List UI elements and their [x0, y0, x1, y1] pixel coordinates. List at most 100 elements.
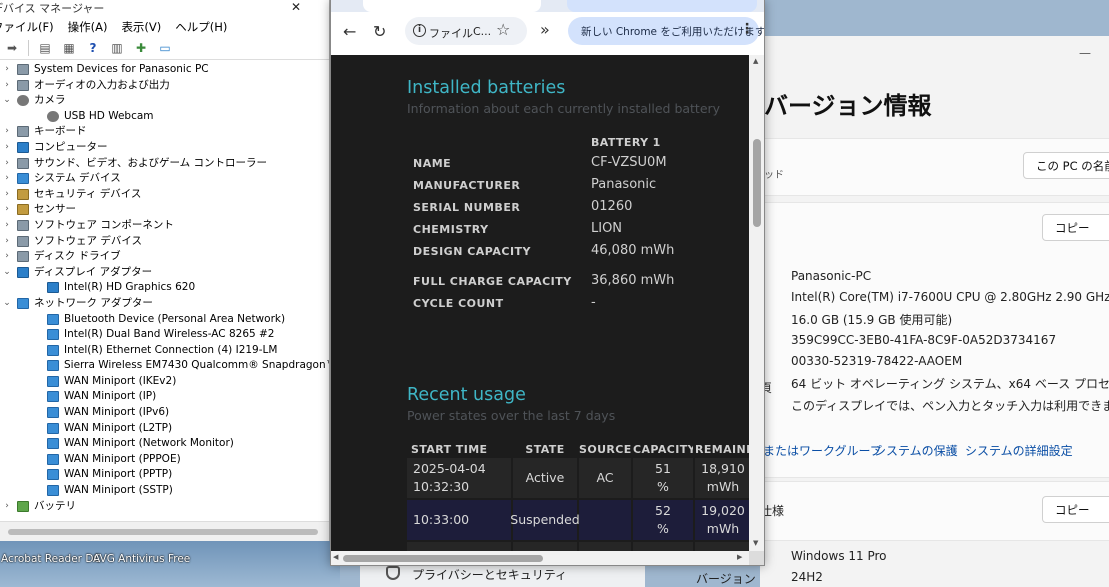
horizontal-scrollbar[interactable]: ◀ ▶	[331, 551, 749, 565]
chevron-right-icon[interactable]: ›	[2, 78, 12, 94]
properties-icon[interactable]: ▤	[35, 39, 55, 56]
tab-active[interactable]	[363, 0, 541, 12]
device-icon	[17, 141, 29, 153]
scroll-left-icon[interactable]: ◀	[333, 553, 338, 561]
chevron-right-icon[interactable]: ›	[2, 202, 12, 218]
chevron-right-icon[interactable]: ›	[2, 156, 12, 172]
tree-item[interactable]: › ソフトウェア コンポーネント	[0, 218, 329, 234]
more-menu-icon[interactable]: ⋮	[740, 21, 754, 37]
tree-item[interactable]: WAN Miniport (L2TP)	[0, 421, 329, 437]
chevron-right-icon[interactable]: ›	[2, 234, 12, 250]
battery-field-label: CYCLE COUNT	[413, 297, 504, 310]
device-icon	[17, 204, 29, 216]
desktop-icon-label[interactable]: Acrobat Reader DC	[1, 553, 101, 565]
nav-item-privacy[interactable]: プライバシーとセキュリティ	[412, 566, 567, 583]
tree-item[interactable]: › システム デバイス	[0, 171, 329, 187]
tree-item[interactable]: WAN Miniport (IKEv2)	[0, 374, 329, 390]
tree-item[interactable]: ⌄ カメラ	[0, 93, 329, 109]
desktop-icon-label[interactable]: AVG Antivirus Free	[93, 553, 190, 565]
scroll-up-icon[interactable]: ▲	[753, 57, 758, 65]
tree-item[interactable]: › キーボード	[0, 124, 329, 140]
device-icon	[47, 313, 59, 325]
menu-help[interactable]: ヘルプ(H)	[175, 19, 227, 35]
spec-value: 16.0 GB (15.9 GB 使用可能)	[791, 313, 953, 327]
chevron-right-icon[interactable]: ›	[2, 62, 12, 78]
device-label: ッド	[764, 170, 784, 181]
battery-field-label: NAME	[413, 157, 452, 170]
chevron-right-icon[interactable]: ›	[2, 140, 12, 156]
tree-item[interactable]: ⌄ ネットワーク アダプター	[0, 296, 329, 312]
chevron-right-icon[interactable]: ›	[2, 171, 12, 187]
bookmark-star-icon[interactable]: ☆	[496, 20, 510, 39]
table-cell: Active	[513, 458, 577, 498]
tree-item[interactable]: ⌄ ディスプレイ アダプター	[0, 265, 329, 281]
tree-item[interactable]: WAN Miniport (PPPOE)	[0, 452, 329, 468]
horizontal-scrollbar[interactable]	[0, 521, 329, 541]
tree-item[interactable]: › オーディオの入力および出力	[0, 78, 329, 94]
scan-hardware-icon[interactable]: ✚	[131, 39, 151, 56]
scrollbar-thumb[interactable]	[8, 529, 318, 535]
monitor-icon[interactable]: ▭	[155, 39, 175, 56]
chevron-right-icon[interactable]: ›	[2, 187, 12, 203]
tree-item[interactable]: Intel(R) Ethernet Connection (4) I219-LM	[0, 343, 329, 359]
help-icon[interactable]: ?	[83, 39, 103, 56]
version-label: バージョン	[696, 572, 756, 586]
table-cell: 2025-04-04 10:32:30	[407, 458, 511, 498]
tree-item[interactable]: › セキュリティ デバイス	[0, 187, 329, 203]
copy-windows-spec-button[interactable]: コピー	[1042, 496, 1109, 523]
info-icon[interactable]: i	[413, 24, 426, 37]
chevron-down-icon[interactable]: ⌄	[2, 296, 12, 312]
table-row: 5319,480	[407, 542, 749, 551]
chevron-down-icon[interactable]: ⌄	[2, 93, 12, 109]
battery-field-label: DESIGN CAPACITY	[413, 245, 532, 258]
close-icon[interactable]: ✕	[291, 0, 301, 14]
tree-item[interactable]: USB HD Webcam	[0, 109, 329, 125]
tree-item[interactable]: Bluetooth Device (Personal Area Network)	[0, 312, 329, 328]
tree-item[interactable]: WAN Miniport (SSTP)	[0, 483, 329, 499]
forward-icon[interactable]: ➡	[2, 39, 22, 56]
tree-item[interactable]: › センサー	[0, 202, 329, 218]
table-row: 10:33:00 Suspended 52% 19,020 mWh	[407, 500, 749, 540]
link-advanced-system-settings[interactable]: システムの詳細設定	[965, 442, 1073, 459]
tree-item[interactable]: Intel(R) HD Graphics 620	[0, 280, 329, 296]
tree-item[interactable]: WAN Miniport (IP)	[0, 389, 329, 405]
tree-item[interactable]: › バッテリ	[0, 499, 329, 515]
tree-item[interactable]: WAN Miniport (IPv6)	[0, 405, 329, 421]
scrollbar-thumb[interactable]	[343, 555, 543, 562]
menu-action[interactable]: 操作(A)	[68, 19, 108, 35]
tree-item[interactable]: › コンピューター	[0, 140, 329, 156]
scrollbar-thumb[interactable]	[753, 139, 761, 227]
back-icon[interactable]: ←	[343, 22, 356, 41]
chevron-down-icon[interactable]: ⌄	[2, 265, 12, 281]
tab-inactive[interactable]	[567, 0, 757, 12]
link-system-protection[interactable]: システムの保護	[874, 442, 958, 459]
chevron-right-icon[interactable]: ›	[2, 218, 12, 234]
details-icon[interactable]: ▥	[107, 39, 127, 56]
tree-item-label: オーディオの入力および出力	[34, 78, 170, 91]
tree-item[interactable]: Sierra Wireless EM7430 Qualcomm® Snapdra…	[0, 358, 329, 374]
tree-item[interactable]: › System Devices for Panasonic PC	[0, 62, 329, 78]
tree-item[interactable]: › サウンド、ビデオ、およびゲーム コントローラー	[0, 156, 329, 172]
chevron-double-right-icon[interactable]: »	[540, 20, 550, 39]
rename-pc-button[interactable]: この PC の名前を	[1023, 152, 1109, 179]
scroll-down-icon[interactable]: ▼	[753, 539, 758, 547]
menu-file[interactable]: ファイル(F)	[0, 19, 54, 35]
list-icon[interactable]: ▦	[59, 39, 79, 56]
tree-item[interactable]: Intel(R) Dual Band Wireless-AC 8265 #2	[0, 327, 329, 343]
copy-specs-button[interactable]: コピー	[1042, 214, 1109, 241]
tree-item[interactable]: › ディスク ドライブ	[0, 249, 329, 265]
device-icon	[47, 407, 59, 419]
chevron-right-icon[interactable]: ›	[2, 499, 12, 515]
menu-view[interactable]: 表示(V)	[121, 19, 161, 35]
link-domain-workgroup[interactable]: またはワークグループ	[763, 442, 882, 459]
minimize-icon[interactable]: —	[1079, 46, 1091, 60]
reload-icon[interactable]: ↻	[373, 22, 386, 41]
chevron-right-icon[interactable]: ›	[2, 249, 12, 265]
tree-item[interactable]: › ソフトウェア デバイス	[0, 234, 329, 250]
tree-item[interactable]: WAN Miniport (Network Monitor)	[0, 436, 329, 452]
scroll-right-icon[interactable]: ▶	[737, 553, 742, 561]
tree-item[interactable]: WAN Miniport (PPTP)	[0, 467, 329, 483]
url-scheme: ファイル	[429, 27, 473, 40]
chevron-right-icon[interactable]: ›	[2, 124, 12, 140]
vertical-scrollbar[interactable]: ▲ ▼	[749, 55, 764, 551]
